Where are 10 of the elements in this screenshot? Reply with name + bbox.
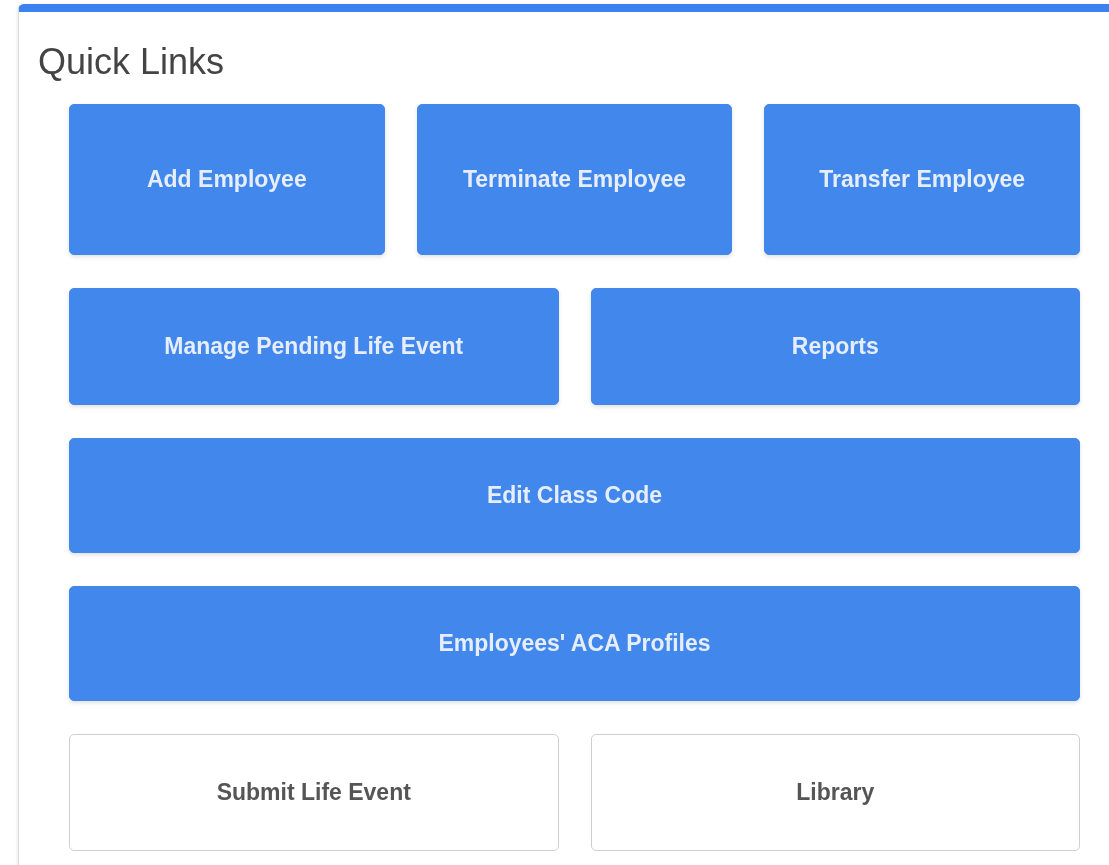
- quick-link-button[interactable]: Add Employee: [69, 104, 385, 255]
- quick-link-button[interactable]: Terminate Employee: [416, 104, 733, 255]
- card-title: Quick Links: [38, 40, 226, 84]
- quick-link-button[interactable]: Edit Class Code: [69, 438, 1080, 553]
- quick-link-button[interactable]: Library: [590, 734, 1080, 851]
- quick-link-button[interactable]: Manage Pending Life Event: [69, 288, 559, 405]
- quick-link-button[interactable]: Transfer Employee: [764, 104, 1080, 255]
- quick-link-button[interactable]: Employees' ACA Profiles: [69, 586, 1080, 701]
- quick-link-button[interactable]: Reports: [590, 288, 1080, 405]
- quick-link-button[interactable]: Submit Life Event: [69, 734, 559, 851]
